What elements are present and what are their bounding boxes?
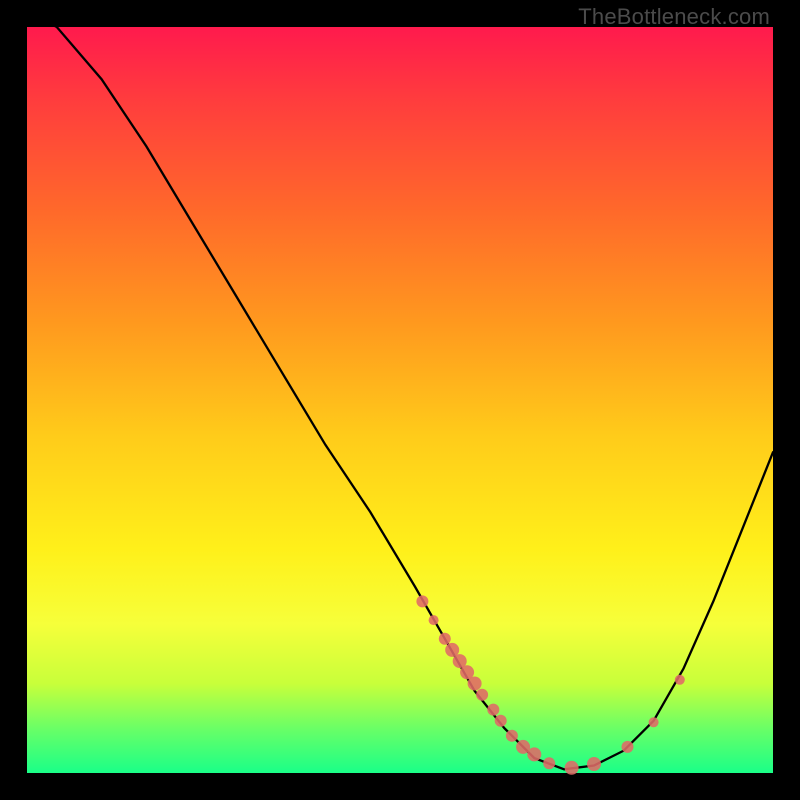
curve-marker [675,675,685,685]
curve-marker [476,689,488,701]
curve-marker [565,761,579,775]
curve-marker [622,741,634,753]
curve-marker [416,595,428,607]
chart-container: TheBottleneck.com [0,0,800,800]
watermark-label: TheBottleneck.com [578,4,770,30]
bottleneck-curve-path [27,12,773,769]
curve-markers [416,595,684,774]
curve-marker [543,757,555,769]
curve-marker [429,615,439,625]
curve-marker [468,677,482,691]
bottleneck-curve [27,12,773,769]
curve-marker [506,730,518,742]
curve-marker [527,747,541,761]
curve-marker [649,717,659,727]
curve-marker [487,704,499,716]
curve-marker [439,633,451,645]
curve-marker [587,757,601,771]
curve-marker [495,715,507,727]
chart-svg-overlay [0,0,800,800]
